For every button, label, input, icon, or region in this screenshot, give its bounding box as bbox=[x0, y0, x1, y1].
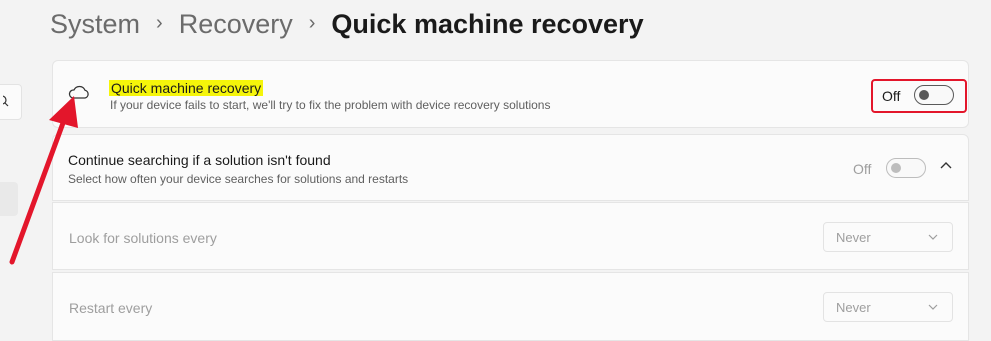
look-for-solutions-label: Look for solutions every bbox=[69, 230, 217, 246]
search-icon bbox=[3, 95, 9, 107]
qmr-toggle-state: Off bbox=[882, 88, 901, 104]
page-title: Quick machine recovery bbox=[331, 8, 644, 39]
continue-searching-title: Continue searching if a solution isn't f… bbox=[68, 152, 331, 168]
chevron-down-icon bbox=[928, 234, 938, 240]
toggle-knob bbox=[919, 90, 929, 100]
restart-every-dropdown[interactable]: Never bbox=[823, 292, 953, 322]
chevron-right-icon: › bbox=[156, 11, 163, 34]
breadcrumb-system[interactable]: System bbox=[50, 9, 140, 40]
quick-machine-recovery-card: Quick machine recovery If your device fa… bbox=[52, 60, 969, 128]
continue-searching-toggle[interactable] bbox=[886, 158, 926, 178]
chevron-right-icon: › bbox=[308, 11, 316, 34]
navigation-pane bbox=[0, 0, 30, 341]
breadcrumb: System › Recovery › Quick machine recove… bbox=[50, 2, 644, 46]
nav-item-selected[interactable] bbox=[0, 182, 18, 216]
look-for-solutions-row: Look for solutions every Never bbox=[52, 202, 969, 270]
restart-every-row: Restart every Never bbox=[52, 272, 969, 341]
continue-searching-toggle-state: Off bbox=[853, 161, 872, 177]
quick-machine-recovery-description: If your device fails to start, we'll try… bbox=[110, 98, 551, 112]
quick-machine-recovery-toggle[interactable] bbox=[914, 85, 954, 105]
search-box[interactable] bbox=[0, 84, 22, 120]
dropdown-value: Never bbox=[836, 300, 871, 315]
dropdown-value: Never bbox=[836, 230, 871, 245]
toggle-knob bbox=[891, 163, 901, 173]
look-for-solutions-dropdown[interactable]: Never bbox=[823, 222, 953, 252]
chevron-down-icon bbox=[928, 304, 938, 310]
restart-every-label: Restart every bbox=[69, 300, 153, 316]
cloud-icon bbox=[68, 85, 89, 99]
continue-searching-description: Select how often your device searches fo… bbox=[68, 172, 409, 186]
breadcrumb-recovery[interactable]: Recovery bbox=[179, 9, 293, 40]
quick-machine-recovery-title: Quick machine recovery bbox=[109, 80, 264, 96]
continue-searching-card: Continue searching if a solution isn't f… bbox=[52, 134, 969, 201]
chevron-up-icon[interactable] bbox=[940, 161, 952, 169]
